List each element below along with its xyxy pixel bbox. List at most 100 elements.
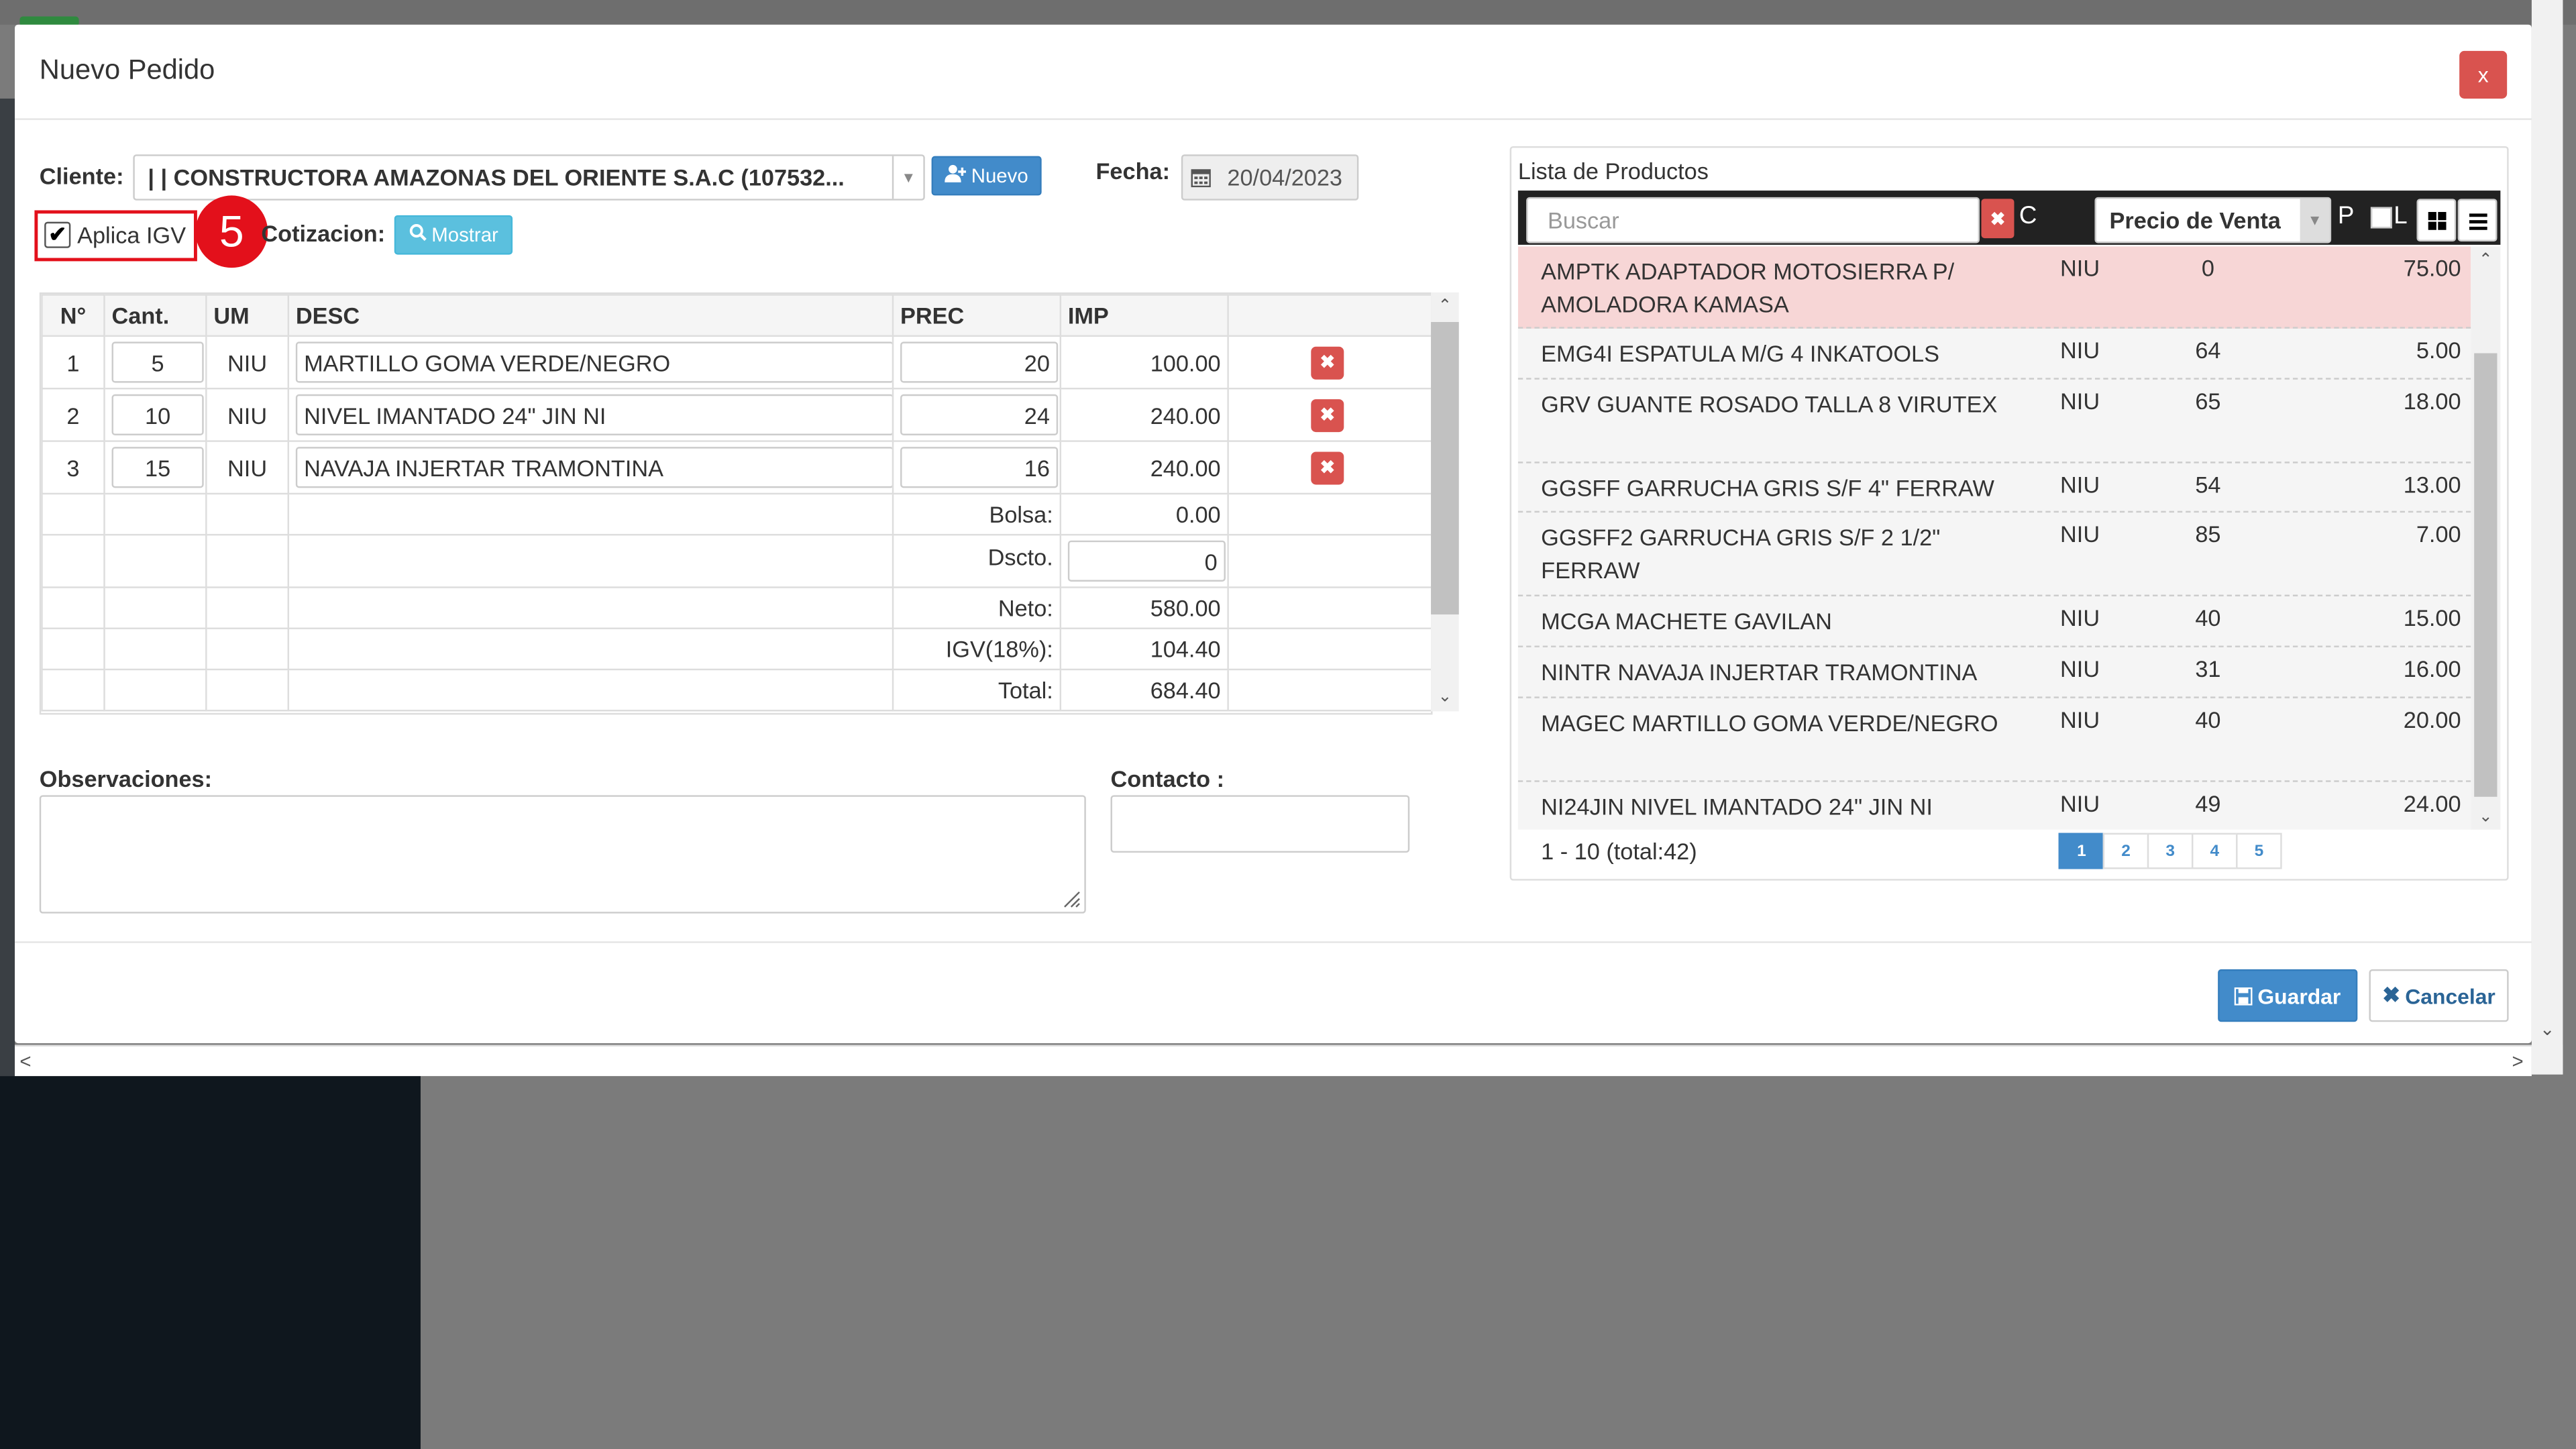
nuevo-pedido-modal: Nuevo Pedido x Cliente: | | CONSTRUCTORA…: [15, 24, 2532, 1044]
product-price: 75.00: [2403, 254, 2461, 281]
cantidad-input[interactable]: 10: [111, 394, 204, 435]
clear-search-button[interactable]: ✖: [1981, 199, 2015, 239]
product-price: 15.00: [2403, 604, 2461, 631]
product-um: NIU: [2060, 387, 2100, 415]
col-header-prec: PREC: [892, 294, 1062, 337]
table-row: 1 5 NIU MARTILLO GOMA VERDE/NEGRO 20 100…: [41, 335, 1432, 390]
precio-input[interactable]: 16: [900, 447, 1059, 488]
grid-view-button[interactable]: [2416, 199, 2457, 242]
product-desc: NINTR NAVAJA INJERTAR TRAMONTINA: [1541, 659, 1978, 686]
nuevo-label: Nuevo: [971, 164, 1028, 188]
l-checkbox[interactable]: [2370, 207, 2392, 229]
page-vertical-scrollbar[interactable]: ⌄: [2531, 0, 2563, 1075]
product-um: NIU: [2060, 655, 2100, 682]
fecha-input[interactable]: 20/04/2023: [1181, 154, 1359, 201]
nuevo-cliente-button[interactable]: Nuevo: [931, 156, 1042, 196]
resize-handle-icon[interactable]: [1061, 889, 1081, 908]
aplica-igv-label[interactable]: Aplica IGV: [77, 222, 186, 248]
total-label: Total:: [892, 668, 1062, 712]
delete-row-button[interactable]: ✖: [1311, 451, 1344, 484]
product-desc: AMPTK ADAPTADOR MOTOSIERRA P/ AMOLADORA …: [1541, 258, 1955, 317]
save-icon: [2235, 986, 2253, 1005]
descuento-input[interactable]: 0: [1067, 540, 1226, 582]
product-row[interactable]: NINTR NAVAJA INJERTAR TRAMONTINA NIU 31 …: [1517, 647, 2471, 698]
product-search-input[interactable]: Buscar: [1526, 197, 1980, 244]
row-number: 3: [41, 440, 105, 495]
dscto-label: Dscto.: [892, 533, 1062, 588]
product-row[interactable]: GRV GUANTE ROSADO TALLA 8 VIRUTEX NIU 65…: [1517, 380, 2471, 464]
order-table-scrollbar[interactable]: ⌃ ⌄: [1431, 292, 1459, 712]
mostrar-label: Mostrar: [431, 223, 498, 247]
guardar-button[interactable]: Guardar: [2218, 969, 2358, 1022]
table-header-row: N° Cant. UM DESC PREC IMP: [41, 294, 1432, 337]
product-price: 18.00: [2403, 387, 2461, 415]
cancelar-button[interactable]: ✖ Cancelar: [2369, 969, 2509, 1022]
cotizacion-label: Cotizacion:: [261, 220, 386, 247]
page-button[interactable]: 2: [2102, 833, 2149, 869]
scroll-down-icon[interactable]: ⌄: [2532, 1018, 2563, 1040]
product-price: 16.00: [2403, 655, 2461, 682]
modal-header: Nuevo Pedido x: [15, 25, 2532, 120]
col-header-desc: DESC: [287, 294, 894, 337]
scrollbar-thumb[interactable]: [1431, 322, 1459, 614]
product-row[interactable]: MAGEC MARTILLO GOMA VERDE/NEGRO NIU 40 2…: [1517, 698, 2471, 782]
cliente-label: Cliente:: [39, 162, 124, 189]
cliente-select[interactable]: | | CONSTRUCTORA AMAZONAS DEL ORIENTE S.…: [133, 154, 925, 201]
scroll-down-icon[interactable]: ⌄: [2471, 804, 2500, 830]
product-stock: 0: [2201, 254, 2214, 281]
guardar-label: Guardar: [2257, 983, 2341, 1008]
col-header-um: UM: [205, 294, 290, 337]
descripcion-input[interactable]: NAVAJA INJERTAR TRAMONTINA: [295, 447, 892, 488]
cantidad-input[interactable]: 5: [111, 341, 204, 383]
product-row[interactable]: AMPTK ADAPTADOR MOTOSIERRA P/ AMOLADORA …: [1517, 246, 2471, 329]
product-row[interactable]: GGSFF GARRUCHA GRIS S/F 4" FERRAW NIU 54…: [1517, 464, 2471, 513]
scroll-right-icon[interactable]: >: [2512, 1046, 2524, 1076]
precio-input[interactable]: 24: [900, 394, 1059, 435]
product-desc: EMG4I ESPATULA M/G 4 INKATOOLS: [1541, 339, 1940, 367]
delete-row-button[interactable]: ✖: [1311, 398, 1344, 431]
annotation-step-badge: 5: [195, 195, 268, 268]
mostrar-cotizacion-button[interactable]: Mostrar: [394, 215, 513, 255]
product-list-scrollbar[interactable]: ⌃ ⌄: [2471, 246, 2501, 830]
importe-cell: 100.00: [1059, 335, 1229, 390]
page-horizontal-scrollbar[interactable]: < >: [15, 1044, 2532, 1077]
scrollbar-thumb[interactable]: [2474, 353, 2498, 797]
descripcion-input[interactable]: NIVEL IMANTADO 24" JIN NI: [295, 394, 892, 435]
product-desc: GGSFF2 GARRUCHA GRIS S/F 2 1/2" FERRAW: [1541, 524, 1941, 584]
cancelar-label: Cancelar: [2405, 983, 2496, 1008]
clear-c-label[interactable]: C: [2019, 202, 2037, 230]
close-icon: ✖: [2382, 982, 2400, 1008]
observaciones-textarea[interactable]: [39, 795, 1086, 914]
contacto-input[interactable]: [1110, 795, 1410, 853]
product-stock: 31: [2195, 655, 2221, 682]
page-button[interactable]: 4: [2191, 833, 2238, 869]
product-row[interactable]: MCGA MACHETE GAVILAN NIU 40 15.00: [1517, 596, 2471, 647]
scroll-up-icon[interactable]: ⌃: [1431, 292, 1459, 319]
price-type-select[interactable]: Precio de Venta ▼: [2094, 197, 2332, 244]
descripcion-input[interactable]: MARTILLO GOMA VERDE/NEGRO: [295, 341, 892, 383]
page-button[interactable]: 3: [2147, 833, 2194, 869]
product-stock: 54: [2195, 471, 2221, 498]
product-list-title: Lista de Productos: [1517, 158, 1709, 184]
product-row[interactable]: NI24JIN NIVEL IMANTADO 24" JIN NI NIU 49…: [1518, 782, 2471, 830]
list-icon: [2468, 213, 2487, 229]
page-button[interactable]: 5: [2236, 833, 2282, 869]
scroll-down-icon[interactable]: ⌄: [1431, 684, 1459, 710]
precio-input[interactable]: 20: [900, 341, 1059, 383]
list-view-button[interactable]: [2457, 199, 2498, 242]
page-button[interactable]: 1: [2058, 833, 2105, 869]
product-desc: GGSFF GARRUCHA GRIS S/F 4" FERRAW: [1541, 474, 1994, 501]
cantidad-input[interactable]: 15: [111, 447, 204, 488]
scroll-left-icon[interactable]: <: [19, 1046, 31, 1076]
scroll-up-icon[interactable]: ⌃: [2471, 246, 2500, 272]
product-stock: 40: [2195, 604, 2221, 631]
caret-down-icon: ▼: [2300, 199, 2330, 242]
product-row[interactable]: GGSFF2 GARRUCHA GRIS S/F 2 1/2" FERRAW N…: [1517, 513, 2471, 596]
background-sidebar: [0, 1076, 421, 1449]
aplica-igv-checkbox[interactable]: ✔: [44, 221, 71, 248]
delete-row-button[interactable]: ✖: [1311, 345, 1344, 379]
product-row[interactable]: EMG4I ESPATULA M/G 4 INKATOOLS NIU 64 5.…: [1517, 329, 2471, 380]
total-value: 684.40: [1059, 668, 1229, 712]
product-desc: GRV GUANTE ROSADO TALLA 8 VIRUTEX: [1541, 390, 1998, 418]
close-button[interactable]: x: [2459, 50, 2508, 99]
